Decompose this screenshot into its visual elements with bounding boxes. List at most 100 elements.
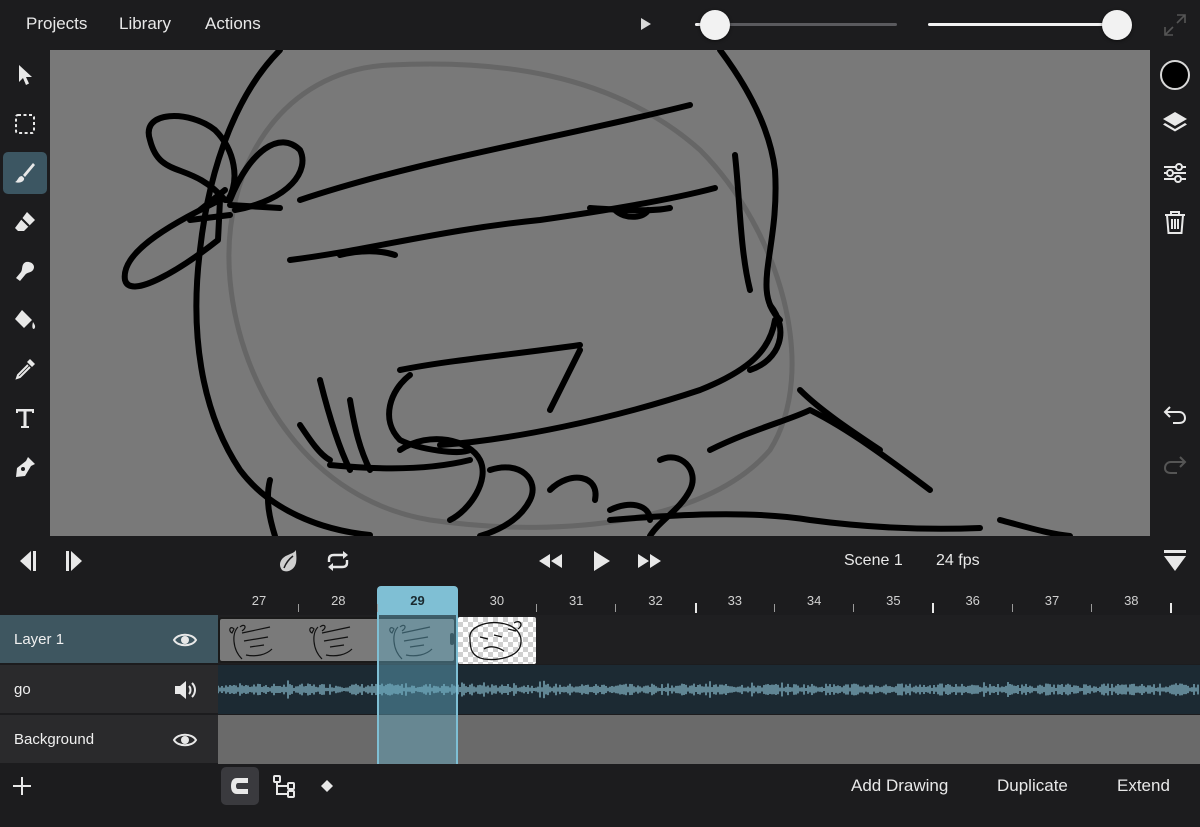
brush-tool-button[interactable] [3, 152, 47, 194]
frame-thumbnail [389, 624, 433, 660]
timeline-collapse-button[interactable] [1160, 546, 1190, 576]
ruler-frame-number: 34 [806, 593, 822, 608]
actions-menu[interactable]: Actions [205, 14, 261, 34]
onion-skin-button[interactable] [273, 546, 303, 576]
eyedropper-tool-button[interactable] [3, 348, 47, 390]
ruler-frame-number: 37 [1044, 593, 1060, 608]
step-forward-icon [66, 551, 82, 571]
delete-button[interactable] [1160, 207, 1190, 237]
extend-button[interactable]: Extend [1117, 776, 1170, 796]
play-icon [594, 551, 610, 571]
fps-selector[interactable]: 24 fps [936, 552, 980, 570]
ruler-tick [932, 603, 935, 613]
magnet-icon [231, 778, 248, 794]
ruler-tick [1091, 604, 1092, 612]
drawing-clip-next[interactable] [458, 617, 536, 664]
loop-icon [327, 551, 349, 571]
opacity-slider-knob[interactable] [700, 10, 730, 40]
duplicate-button[interactable]: Duplicate [997, 776, 1068, 796]
eye-icon[interactable] [172, 727, 198, 753]
fast-forward-icon [638, 554, 661, 568]
ruler-frame-number: 36 [965, 593, 980, 608]
layer-row-layer-1[interactable]: Layer 1 [0, 615, 218, 664]
ruler-frame-number: 27 [251, 593, 267, 608]
eye-icon[interactable] [172, 627, 198, 653]
scene-selector[interactable]: Scene 1 [844, 552, 903, 570]
step-back-icon [20, 551, 36, 571]
projects-menu[interactable]: Projects [26, 14, 87, 34]
pen-tool-button[interactable] [3, 446, 47, 488]
layer-name: Layer 1 [14, 631, 65, 648]
marquee-tool-button[interactable] [3, 103, 47, 145]
frame-thumbnail [309, 624, 353, 660]
keyframe-button[interactable] [308, 767, 346, 805]
collapse-down-icon [1164, 550, 1186, 571]
play-button[interactable] [586, 546, 616, 576]
rewind-icon [539, 554, 562, 568]
layer-list: Layer 1 go Background [0, 615, 218, 764]
drawing-canvas[interactable] [50, 50, 1150, 536]
loop-button[interactable] [323, 546, 353, 576]
layer-name: Background [14, 731, 95, 748]
fast-forward-button[interactable] [635, 546, 665, 576]
ruler-tick [615, 604, 617, 612]
fill-tool-button[interactable] [3, 299, 47, 341]
layers-icon [1163, 112, 1187, 132]
next-frame-button[interactable] [62, 546, 92, 576]
adjustments-button[interactable] [1160, 158, 1190, 188]
current-frame-indicator[interactable]: 29 [377, 586, 458, 615]
ruler-frame-number: 38 [1124, 593, 1139, 608]
library-menu[interactable]: Library [119, 14, 171, 34]
text-icon [16, 409, 34, 428]
size-slider-knob[interactable] [1102, 10, 1132, 40]
smudge-tool-button[interactable] [3, 250, 47, 292]
fill-bucket-icon [15, 310, 36, 329]
audio-track[interactable] [218, 665, 1200, 714]
select-arrow-icon [19, 65, 32, 85]
bottom-bar: Add Drawing Duplicate Extend [0, 764, 1200, 827]
add-drawing-button[interactable]: Add Drawing [851, 776, 948, 796]
frame-thumbnail [469, 621, 522, 661]
clip-extend-handle[interactable] [450, 633, 454, 645]
speaker-icon[interactable] [172, 677, 198, 703]
color-swatch[interactable] [1160, 60, 1190, 90]
layer-1-track[interactable] [218, 615, 1200, 664]
left-toolbar [0, 50, 50, 536]
brush-icon [15, 163, 35, 183]
audio-waveform [218, 680, 1199, 699]
hierarchy-icon [273, 775, 295, 798]
frame-ruler[interactable]: 29 27 28 30 31 32 33 34 35 36 37 38 [218, 586, 1200, 615]
expand-icon[interactable] [1162, 12, 1188, 38]
ruler-frame-number: 35 [886, 593, 901, 608]
add-layer-icon[interactable] [10, 774, 34, 798]
smudge-icon [16, 261, 35, 281]
ruler-frame-number: 33 [727, 593, 743, 608]
magnet-snap-button[interactable] [221, 767, 259, 805]
marquee-select-icon [15, 114, 35, 134]
redo-button[interactable] [1160, 448, 1190, 478]
ruler-tick [773, 604, 775, 612]
ruler-tick [1170, 603, 1173, 613]
ruler-frame-number: 32 [648, 593, 663, 608]
pen-icon [16, 457, 35, 477]
layer-row-background[interactable]: Background [0, 715, 218, 764]
eraser-icon [15, 212, 35, 231]
layer-row-go[interactable]: go [0, 665, 218, 714]
select-tool-button[interactable] [3, 54, 47, 96]
top-bar: Projects Library Actions [0, 0, 1200, 50]
undo-button[interactable] [1160, 398, 1190, 428]
ruler-tick [377, 604, 379, 612]
background-track[interactable] [218, 715, 1200, 764]
drawing-clip[interactable] [218, 617, 456, 663]
play-icon[interactable] [636, 15, 654, 33]
previous-frame-button[interactable] [10, 546, 40, 576]
hierarchy-button[interactable] [265, 767, 303, 805]
rewind-button[interactable] [535, 546, 565, 576]
ruler-frame-number: 31 [568, 593, 584, 608]
sketch-drawing [121, 50, 1073, 536]
text-tool-button[interactable] [3, 397, 47, 439]
eraser-tool-button[interactable] [3, 201, 47, 243]
eyedropper-icon [15, 359, 35, 380]
layers-button[interactable] [1160, 108, 1190, 138]
timeline-tracks[interactable] [218, 615, 1200, 764]
